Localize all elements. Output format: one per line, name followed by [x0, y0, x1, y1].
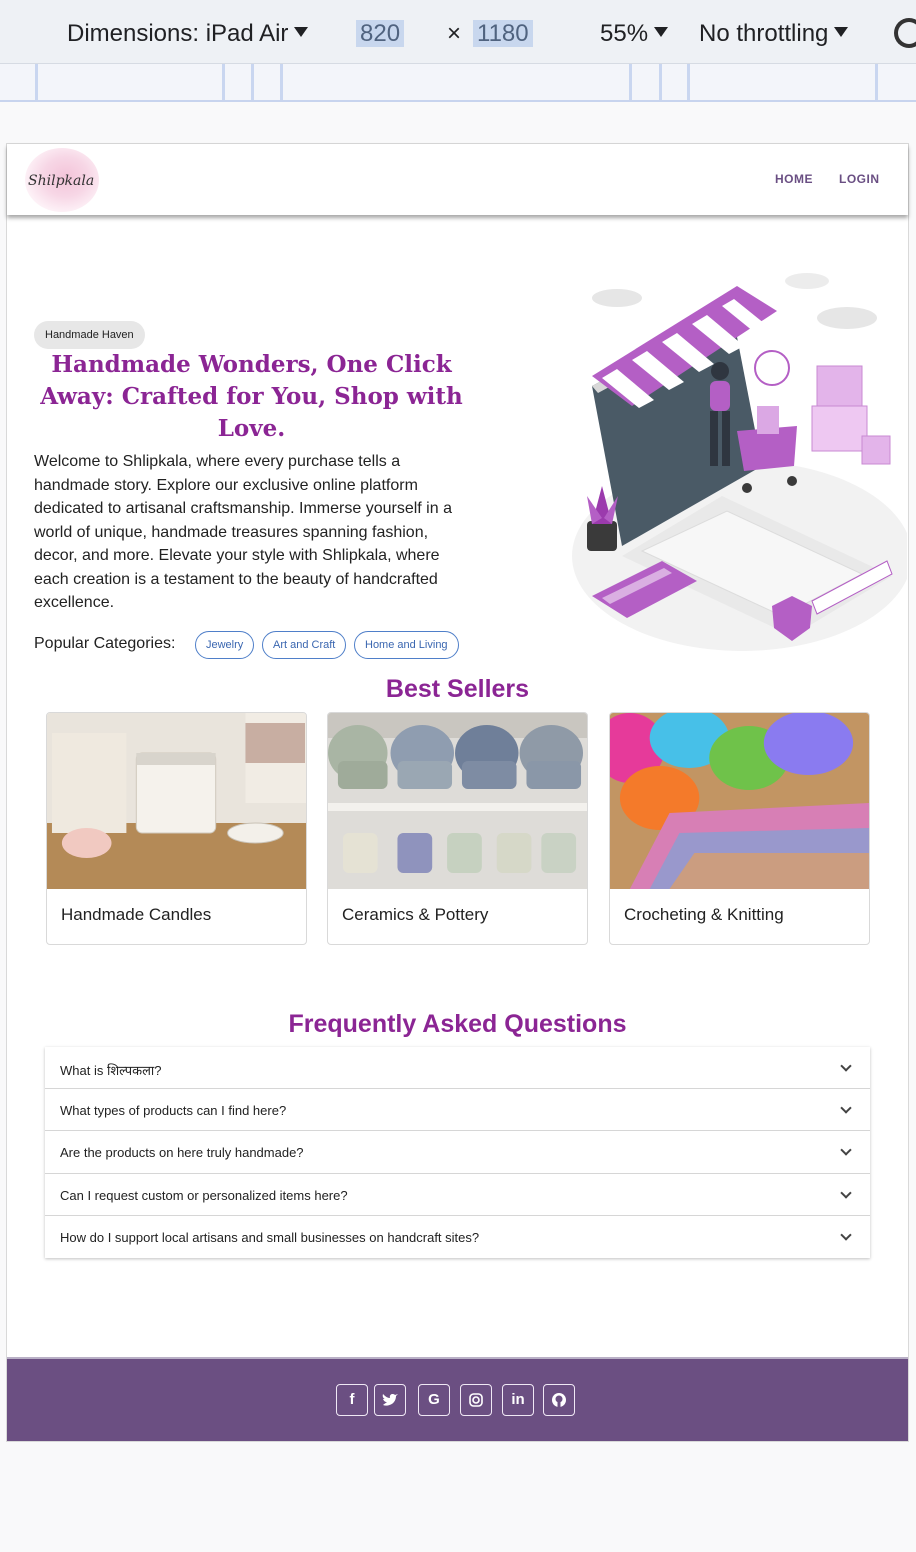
- faq-item[interactable]: Can I request custom or personalized ite…: [45, 1174, 870, 1216]
- faq-question: What types of products can I find here?: [60, 1103, 287, 1119]
- hero-description: Welcome to Shlipkala, where every purcha…: [34, 453, 452, 611]
- faq-accordion: What is शिल्पकला? What types of products…: [45, 1047, 870, 1258]
- chevron-down-icon: [840, 1144, 852, 1157]
- chevron-down-icon: [840, 1102, 852, 1114]
- hero-title: Handmade Wonders, One Click Away: Crafte…: [40, 351, 463, 442]
- faq-question: Can I request custom or personalized ite…: [60, 1187, 348, 1203]
- linkedin-icon[interactable]: in: [502, 1384, 534, 1416]
- height-value: 1180: [473, 20, 533, 47]
- card-title: Crocheting & Knitting: [624, 905, 784, 924]
- card-title: Ceramics & Pottery: [342, 905, 489, 924]
- faq-item[interactable]: What types of products can I find here?: [45, 1089, 870, 1132]
- faq-title: Frequently Asked Questions: [288, 1010, 627, 1038]
- width-value: 820: [356, 20, 405, 47]
- chevron-down-icon: [840, 1186, 852, 1199]
- caret-down-icon: [654, 27, 669, 37]
- chevron-down-icon: [840, 1060, 852, 1072]
- github-icon[interactable]: [543, 1384, 575, 1416]
- nav-home-link[interactable]: HOME: [775, 172, 813, 186]
- category-chip-art-craft[interactable]: Art and Craft: [262, 631, 347, 659]
- instagram-icon[interactable]: [460, 1384, 492, 1416]
- faq-question: Are the products on here truly handmade?: [60, 1145, 304, 1161]
- faq-item[interactable]: Are the products on here truly handmade?: [45, 1131, 870, 1174]
- brand-logo[interactable]: Shilpkala: [25, 148, 99, 212]
- width-input[interactable]: 820: [356, 20, 405, 48]
- category-chip-home-living[interactable]: Home and Living: [354, 631, 459, 659]
- online-shop-illustration: [572, 273, 907, 651]
- categories-label: Popular Categories:: [34, 635, 176, 652]
- hero-badge: Handmade Haven: [34, 321, 145, 349]
- navbar: Shilpkala HOME LOGIN: [7, 144, 908, 215]
- crochet-image: [610, 713, 869, 889]
- twitter-icon[interactable]: [374, 1384, 406, 1416]
- devtools-toolbar: Dimensions: iPad Air 820 × 1180 55% No t…: [0, 0, 916, 64]
- card-title: Handmade Candles: [61, 905, 212, 924]
- logo-text: Shilpkala: [28, 173, 95, 189]
- product-card-candles[interactable]: Handmade Candles: [46, 712, 307, 945]
- dimensions-label: Dimensions: iPad Air: [67, 20, 289, 47]
- google-icon[interactable]: G: [418, 1384, 450, 1416]
- product-card-crochet[interactable]: Crocheting & Knitting: [609, 712, 870, 945]
- footer: f G in: [7, 1357, 908, 1441]
- height-input[interactable]: 1180: [473, 20, 533, 48]
- throttling-dropdown[interactable]: No throttling: [699, 20, 849, 48]
- throttling-label: No throttling: [699, 20, 829, 47]
- facebook-icon[interactable]: f: [336, 1384, 368, 1416]
- faq-question: How do I support local artisans and smal…: [60, 1229, 480, 1245]
- times-icon: ×: [447, 20, 462, 47]
- caret-down-icon: [294, 27, 309, 37]
- faq-item[interactable]: How do I support local artisans and smal…: [45, 1216, 870, 1258]
- faq-item[interactable]: What is शिल्पकला?: [45, 1047, 870, 1090]
- dimensions-dropdown[interactable]: Dimensions: iPad Air: [67, 20, 309, 48]
- rotate-icon[interactable]: [894, 18, 916, 48]
- chevron-down-icon: [840, 1229, 852, 1241]
- faq-question: What is शिल्पकला?: [60, 1063, 162, 1078]
- category-chip-jewelry[interactable]: Jewelry: [195, 631, 255, 659]
- candles-image: [47, 713, 306, 889]
- zoom-dropdown[interactable]: 55%: [600, 20, 669, 48]
- zoom-label: 55%: [600, 20, 649, 47]
- product-card-ceramics[interactable]: Ceramics & Pottery: [327, 712, 588, 945]
- best-sellers-title: Best Sellers: [385, 675, 530, 703]
- nav-login-link[interactable]: LOGIN: [839, 172, 880, 186]
- media-query-ruler: [0, 64, 916, 102]
- ceramics-image: [328, 713, 587, 889]
- caret-down-icon: [834, 27, 849, 37]
- page-viewport: Shilpkala HOME LOGIN Handmade Haven Hand…: [6, 143, 909, 1442]
